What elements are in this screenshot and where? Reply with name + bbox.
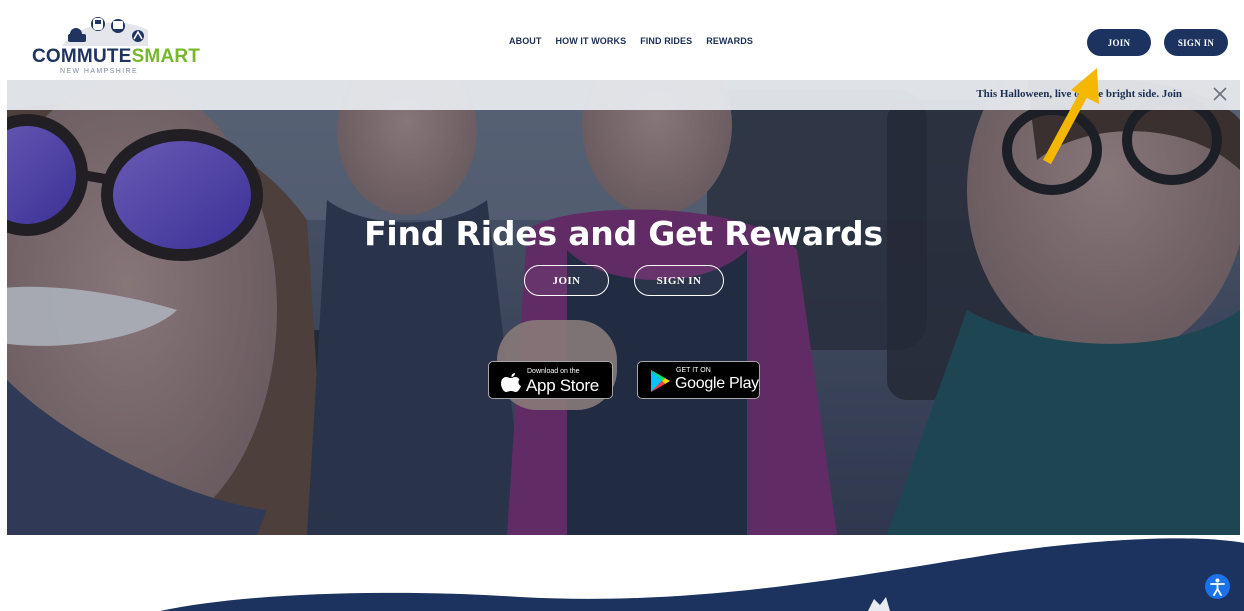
nav-how-it-works[interactable]: HOW IT WORKS: [556, 36, 627, 46]
commutesmart-logo[interactable]: COMMUTESMART NEW HAMPSHIRE: [32, 12, 200, 76]
google-play-big-text: Google Play: [675, 375, 759, 392]
close-icon[interactable]: [1212, 86, 1228, 102]
logo-transport-icons: [62, 17, 148, 46]
logo-word-smart: SMART: [131, 46, 201, 67]
google-play-badge[interactable]: GET IT ON Google Play: [637, 361, 760, 399]
google-play-small-text: GET IT ON: [676, 367, 711, 374]
accessibility-icon[interactable]: [1205, 574, 1230, 599]
hero-join-button[interactable]: JOIN: [524, 265, 609, 296]
nav-rewards[interactable]: REWARDS: [706, 36, 753, 46]
bottom-wave-section: [160, 538, 1244, 611]
header-sign-in-button[interactable]: SIGN IN: [1164, 29, 1228, 56]
app-store-small-text: Download on the: [527, 368, 580, 375]
logo-state: NEW HAMPSHIRE: [60, 68, 139, 75]
header-join-button[interactable]: JOIN: [1087, 29, 1151, 56]
nav-about[interactable]: ABOUT: [509, 36, 542, 46]
apple-icon: [501, 373, 521, 392]
accessibility-figure-icon: [1210, 578, 1225, 596]
app-store-badge[interactable]: Download on the App Store: [488, 361, 613, 399]
logo-word-commute: COMMUTE: [32, 46, 132, 67]
main-nav: ABOUT HOW IT WORKS FIND RIDES REWARDS: [509, 36, 753, 46]
logo-wordmark: COMMUTESMART: [32, 46, 200, 68]
hero-title: Find Rides and Get Rewards: [364, 214, 883, 253]
app-store-big-text: App Store: [526, 376, 599, 395]
nav-find-rides[interactable]: FIND RIDES: [640, 36, 692, 46]
google-play-icon: [651, 370, 670, 392]
hero-sign-in-button[interactable]: SIGN IN: [634, 265, 724, 296]
annotation-arrow-icon: [1043, 68, 1099, 165]
